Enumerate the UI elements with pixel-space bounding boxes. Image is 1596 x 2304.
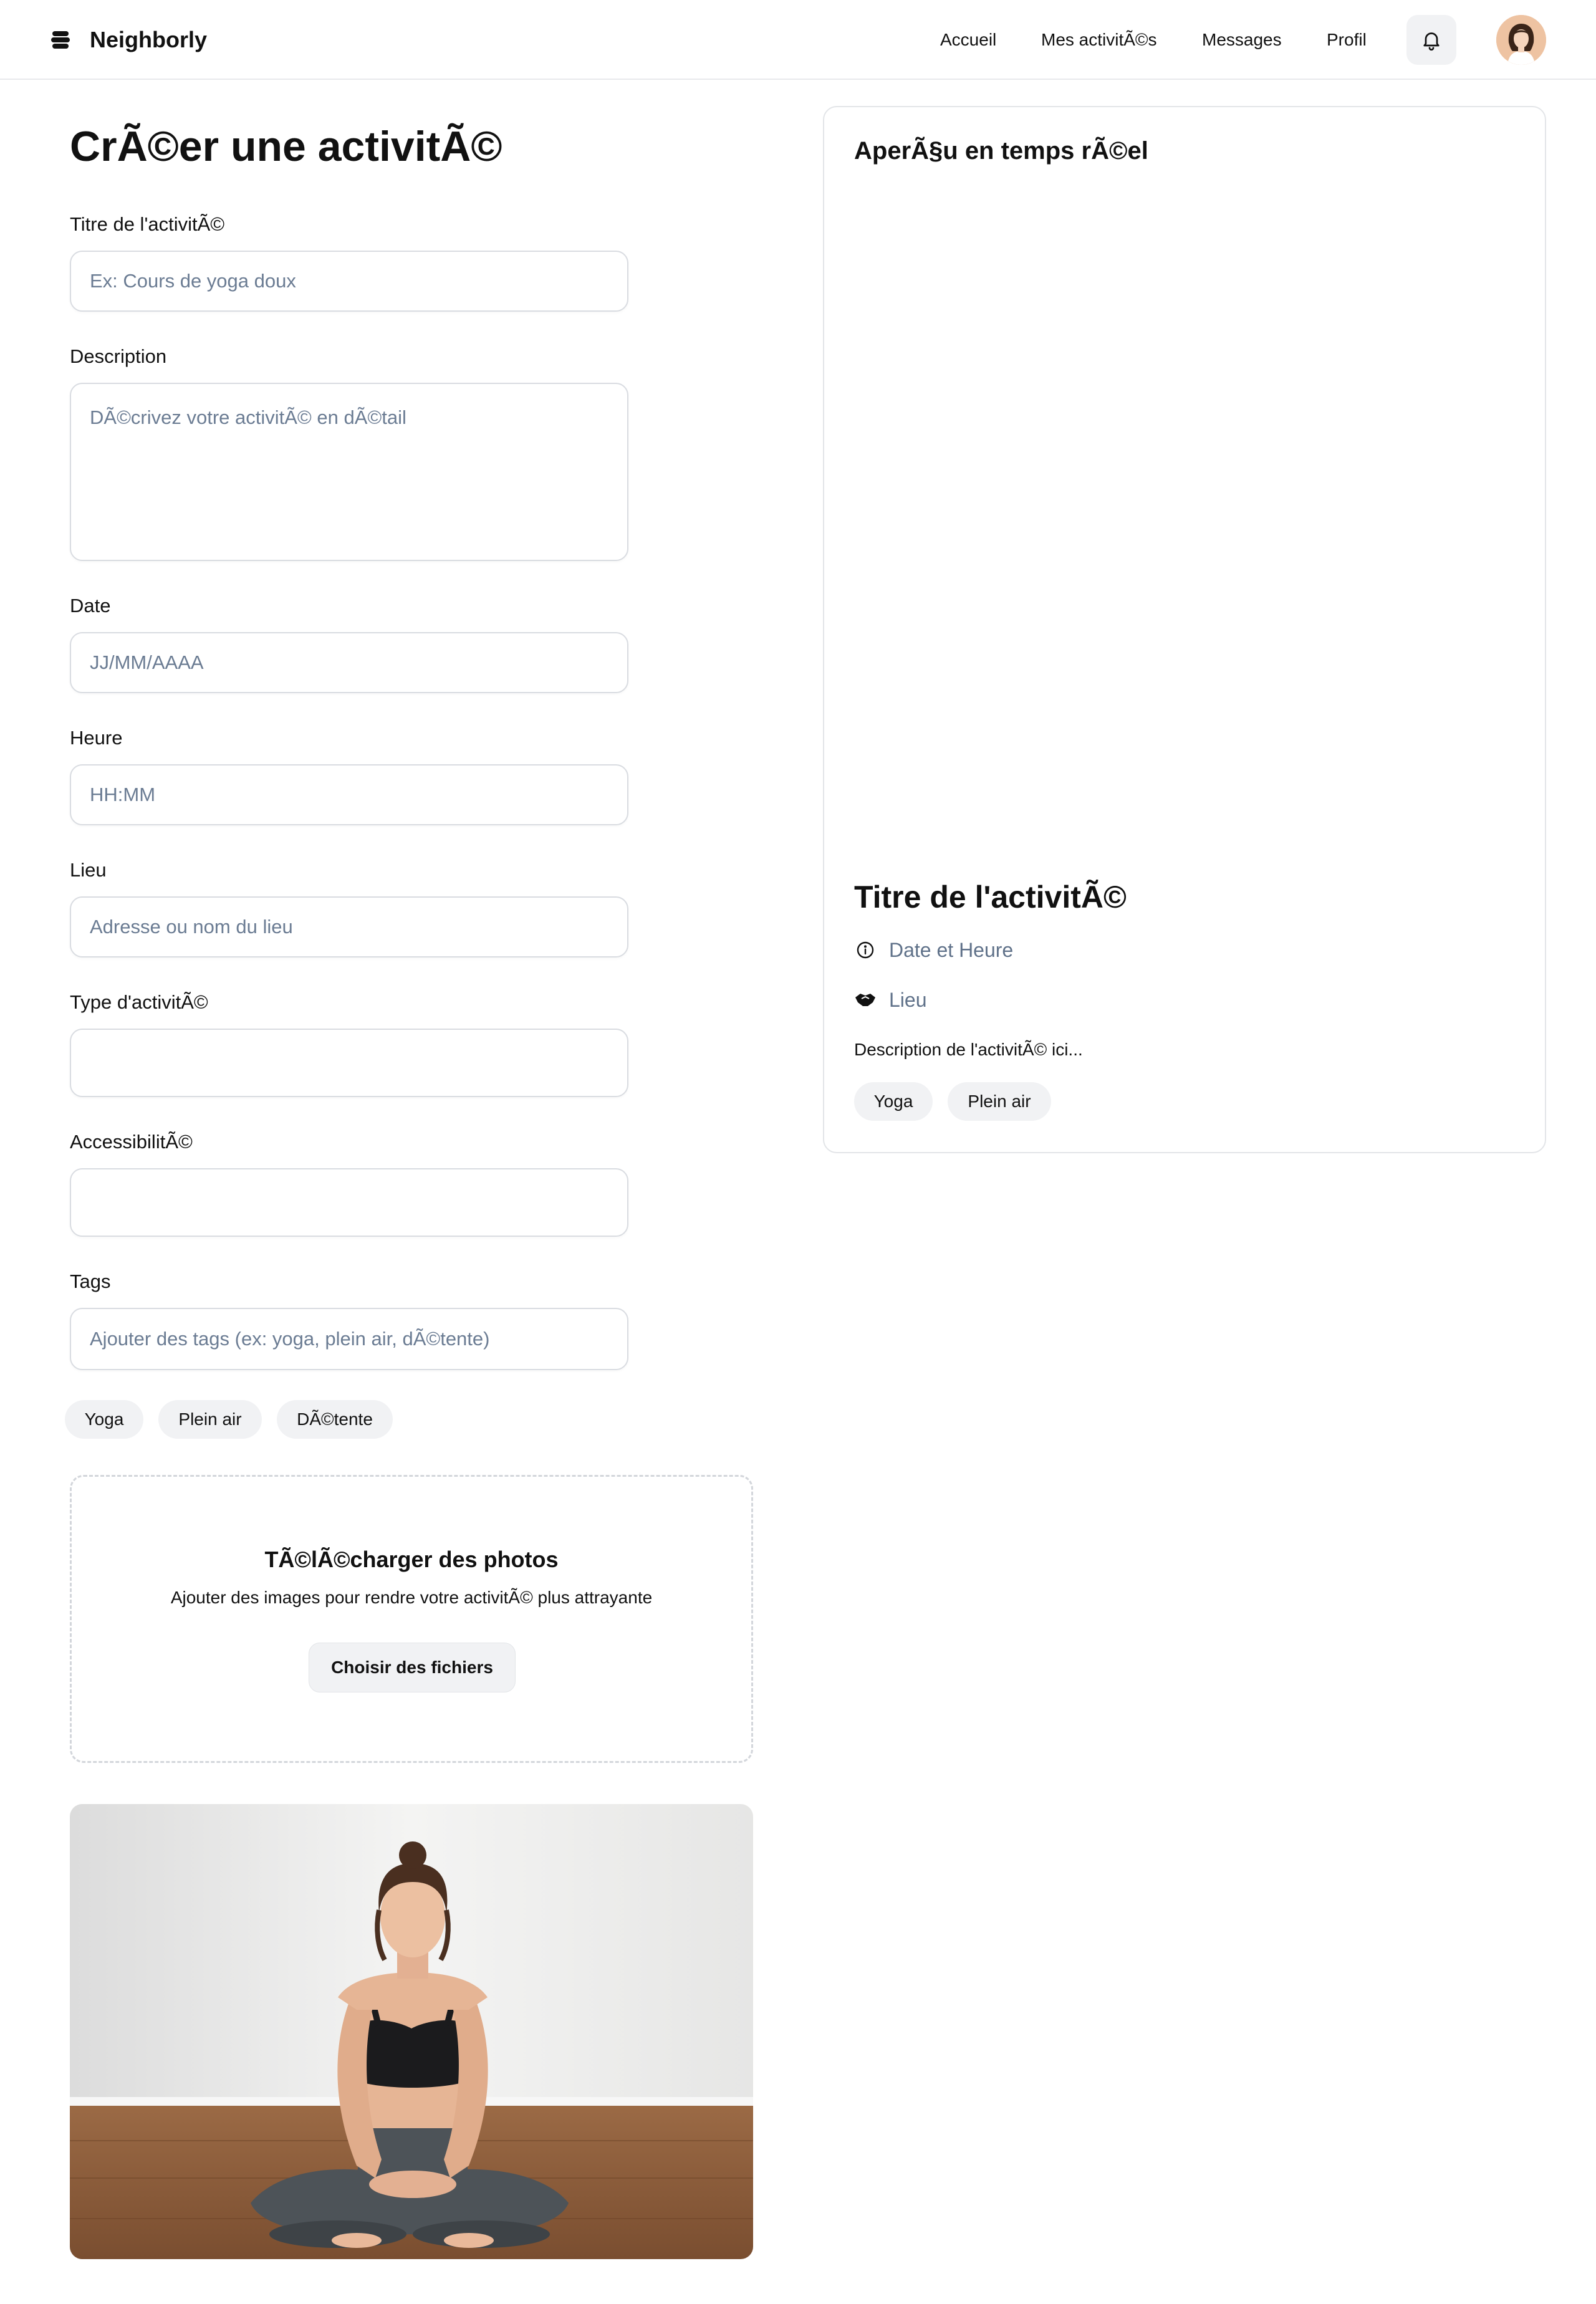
activity-title-input[interactable]	[70, 251, 628, 312]
tag-chip-yoga[interactable]: Yoga	[65, 1400, 143, 1439]
live-preview-card: AperÃ§u en temps rÃ©el Titre de l'activi…	[823, 106, 1546, 1153]
top-navigation-bar: Neighborly Accueil Mes activitÃ©s Messag…	[0, 0, 1596, 80]
title-label: Titre de l'activitÃ©	[70, 213, 225, 235]
description-label: Description	[70, 345, 167, 367]
photo-upload-dropzone[interactable]: TÃ©lÃ©charger des photos Ajouter des ima…	[70, 1475, 753, 1763]
preview-datetime-row: Date et Heure	[854, 936, 1013, 964]
time-input[interactable]	[70, 764, 628, 825]
notifications-button[interactable]	[1406, 15, 1456, 65]
brand-name: Neighborly	[90, 27, 208, 52]
handshake-icon	[854, 989, 877, 1011]
location-input[interactable]	[70, 896, 628, 958]
nav-messages[interactable]: Messages	[1202, 25, 1282, 55]
choose-files-button[interactable]: Choisir des fichiers	[309, 1643, 516, 1692]
info-circle-icon	[854, 939, 877, 961]
preview-description: Description de l'activitÃ© ici...	[854, 1040, 1083, 1059]
brand[interactable]: Neighborly	[50, 25, 207, 55]
nav-profile[interactable]: Profil	[1327, 25, 1367, 55]
user-avatar[interactable]	[1496, 15, 1546, 65]
upload-title: TÃ©lÃ©charger des photos	[264, 1547, 559, 1572]
description-textarea[interactable]	[70, 383, 628, 561]
uploaded-photo	[70, 1804, 753, 2259]
time-label: Heure	[70, 727, 123, 749]
preview-activity-title: Titre de l'activitÃ©	[854, 880, 1127, 914]
date-label: Date	[70, 595, 111, 617]
preview-tag-outdoor: Plein air	[948, 1082, 1051, 1121]
nav-my-activities[interactable]: Mes activitÃ©s	[1041, 25, 1157, 55]
activity-type-label: Type d'activitÃ©	[70, 991, 208, 1013]
preview-location: Lieu	[889, 988, 927, 1011]
avatar-illustration	[1496, 15, 1546, 65]
bell-icon	[1423, 32, 1440, 51]
stack-logo-icon	[51, 31, 70, 49]
preview-location-row: Lieu	[854, 986, 927, 1014]
preview-heading: AperÃ§u en temps rÃ©el	[854, 137, 1148, 165]
upload-subtitle: Ajouter des images pour rendre votre act…	[170, 1588, 653, 1607]
accessibility-label: AccessibilitÃ©	[70, 1131, 193, 1153]
preview-tag-yoga: Yoga	[854, 1082, 933, 1121]
tags-label: Tags	[70, 1270, 111, 1292]
tag-chip-relax[interactable]: DÃ©tente	[277, 1400, 393, 1439]
tags-input[interactable]	[70, 1308, 628, 1370]
accessibility-select[interactable]	[70, 1168, 628, 1237]
date-input[interactable]	[70, 632, 628, 693]
page-title: CrÃ©er une activitÃ©	[70, 123, 502, 170]
activity-type-select[interactable]	[70, 1029, 628, 1097]
location-label: Lieu	[70, 859, 107, 881]
yoga-photo-illustration	[70, 1804, 753, 2259]
preview-datetime: Date et Heure	[889, 938, 1014, 961]
nav-home[interactable]: Accueil	[940, 25, 996, 55]
tag-chip-outdoor[interactable]: Plein air	[158, 1400, 262, 1439]
